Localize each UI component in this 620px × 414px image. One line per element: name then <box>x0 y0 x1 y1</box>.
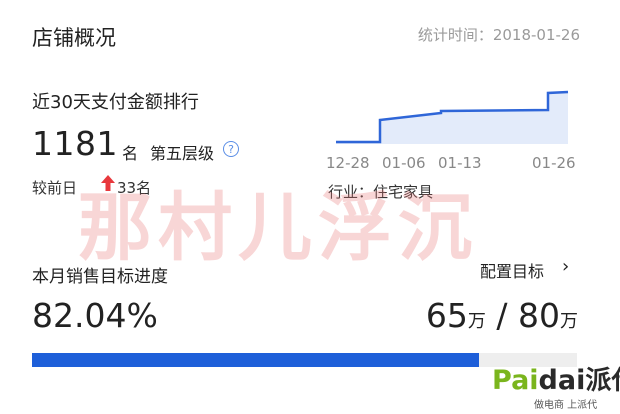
logo-part2: dai <box>538 365 586 396</box>
current-value: 65 <box>425 296 468 335</box>
current-unit: 万 <box>467 311 486 332</box>
stat-time: 统计时间：2018-01-26 <box>417 26 580 44</box>
compare-label: 较前日 <box>32 179 78 197</box>
trend-area <box>336 92 568 144</box>
progress-bar-fill <box>32 353 480 367</box>
progress-values: 65万 / 80万 <box>426 296 578 335</box>
chevron-right-icon[interactable]: › <box>562 256 569 277</box>
rank-trend-chart <box>336 90 569 144</box>
rank-unit: 名 <box>122 144 139 163</box>
x-tick: 01-26 <box>532 154 576 172</box>
rank-level: 第五层级 <box>150 144 215 163</box>
rank-number: 1181 <box>32 124 118 163</box>
logo-part1: Pai <box>492 365 539 396</box>
target-unit: 万 <box>560 311 578 332</box>
logo-cn: 派代 <box>585 366 620 396</box>
paidai-logo: Paidai派代 <box>492 365 620 397</box>
help-icon[interactable]: ? <box>223 141 239 157</box>
payment-rank-title: 近30天支付金额排行 <box>32 92 199 113</box>
progress-percent: 82.04% <box>32 296 158 335</box>
value-separator: / <box>496 296 508 335</box>
sales-target-title: 本月销售目标进度 <box>32 267 168 287</box>
page-title: 店铺概况 <box>32 26 116 50</box>
logo-slogan: 做电商 上派代 <box>534 400 598 411</box>
config-target-link[interactable]: 配置目标 <box>480 258 544 282</box>
watermark-text: 那村儿浮沉 <box>78 185 478 271</box>
target-value: 80 <box>518 296 560 335</box>
